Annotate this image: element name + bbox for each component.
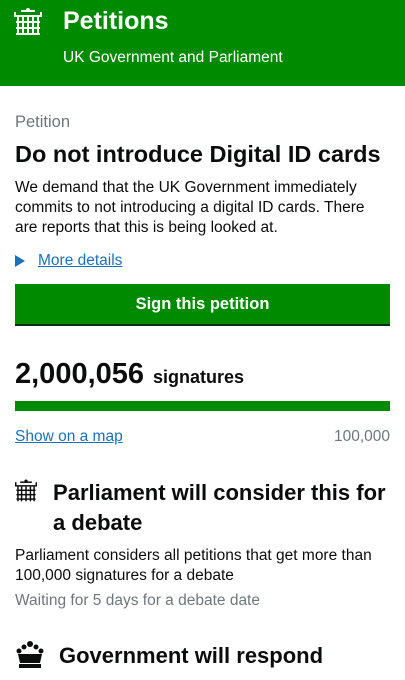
signature-count-row: 2,000,056 signatures bbox=[15, 358, 390, 391]
debate-status: Waiting for 5 days for a debate date bbox=[15, 592, 260, 609]
government-section: Government will respond bbox=[15, 641, 390, 671]
signature-count: 2,000,056 bbox=[15, 358, 145, 390]
main-content: Petition Do not introduce Digital ID car… bbox=[0, 113, 405, 671]
portcullis-icon[interactable] bbox=[13, 8, 43, 38]
signature-target: 100,000 bbox=[333, 428, 390, 445]
more-details-link[interactable]: More details bbox=[38, 252, 122, 270]
signature-label: signatures bbox=[153, 367, 245, 387]
petition-title: Do not introduce Digital ID cards bbox=[15, 141, 381, 167]
site-header: Petitions UK Government and Parliament bbox=[0, 0, 405, 86]
more-details-toggle[interactable]: More details bbox=[15, 250, 390, 272]
debate-text: Parliament considers all petitions that … bbox=[15, 547, 372, 584]
show-on-map-link[interactable]: Show on a map bbox=[15, 428, 123, 446]
government-title: Government will respond bbox=[59, 643, 324, 668]
portcullis-icon bbox=[15, 479, 38, 502]
triangle-right-icon bbox=[15, 255, 25, 267]
progress-fill bbox=[15, 401, 390, 411]
signature-progress-bar bbox=[15, 401, 390, 411]
debate-title: Parliament will consider this for a deba… bbox=[53, 480, 386, 535]
petition-description: We demand that the UK Government immedia… bbox=[15, 179, 365, 236]
site-subtitle: UK Government and Parliament bbox=[63, 49, 283, 66]
sign-petition-button[interactable]: Sign this petition bbox=[15, 284, 390, 324]
map-row: Show on a map 100,000 bbox=[15, 428, 390, 446]
petition-kicker: Petition bbox=[15, 113, 71, 131]
site-brand[interactable]: Petitions bbox=[63, 7, 169, 36]
crown-icon bbox=[16, 641, 44, 668]
debate-section: Parliament will consider this for a deba… bbox=[15, 478, 390, 538]
